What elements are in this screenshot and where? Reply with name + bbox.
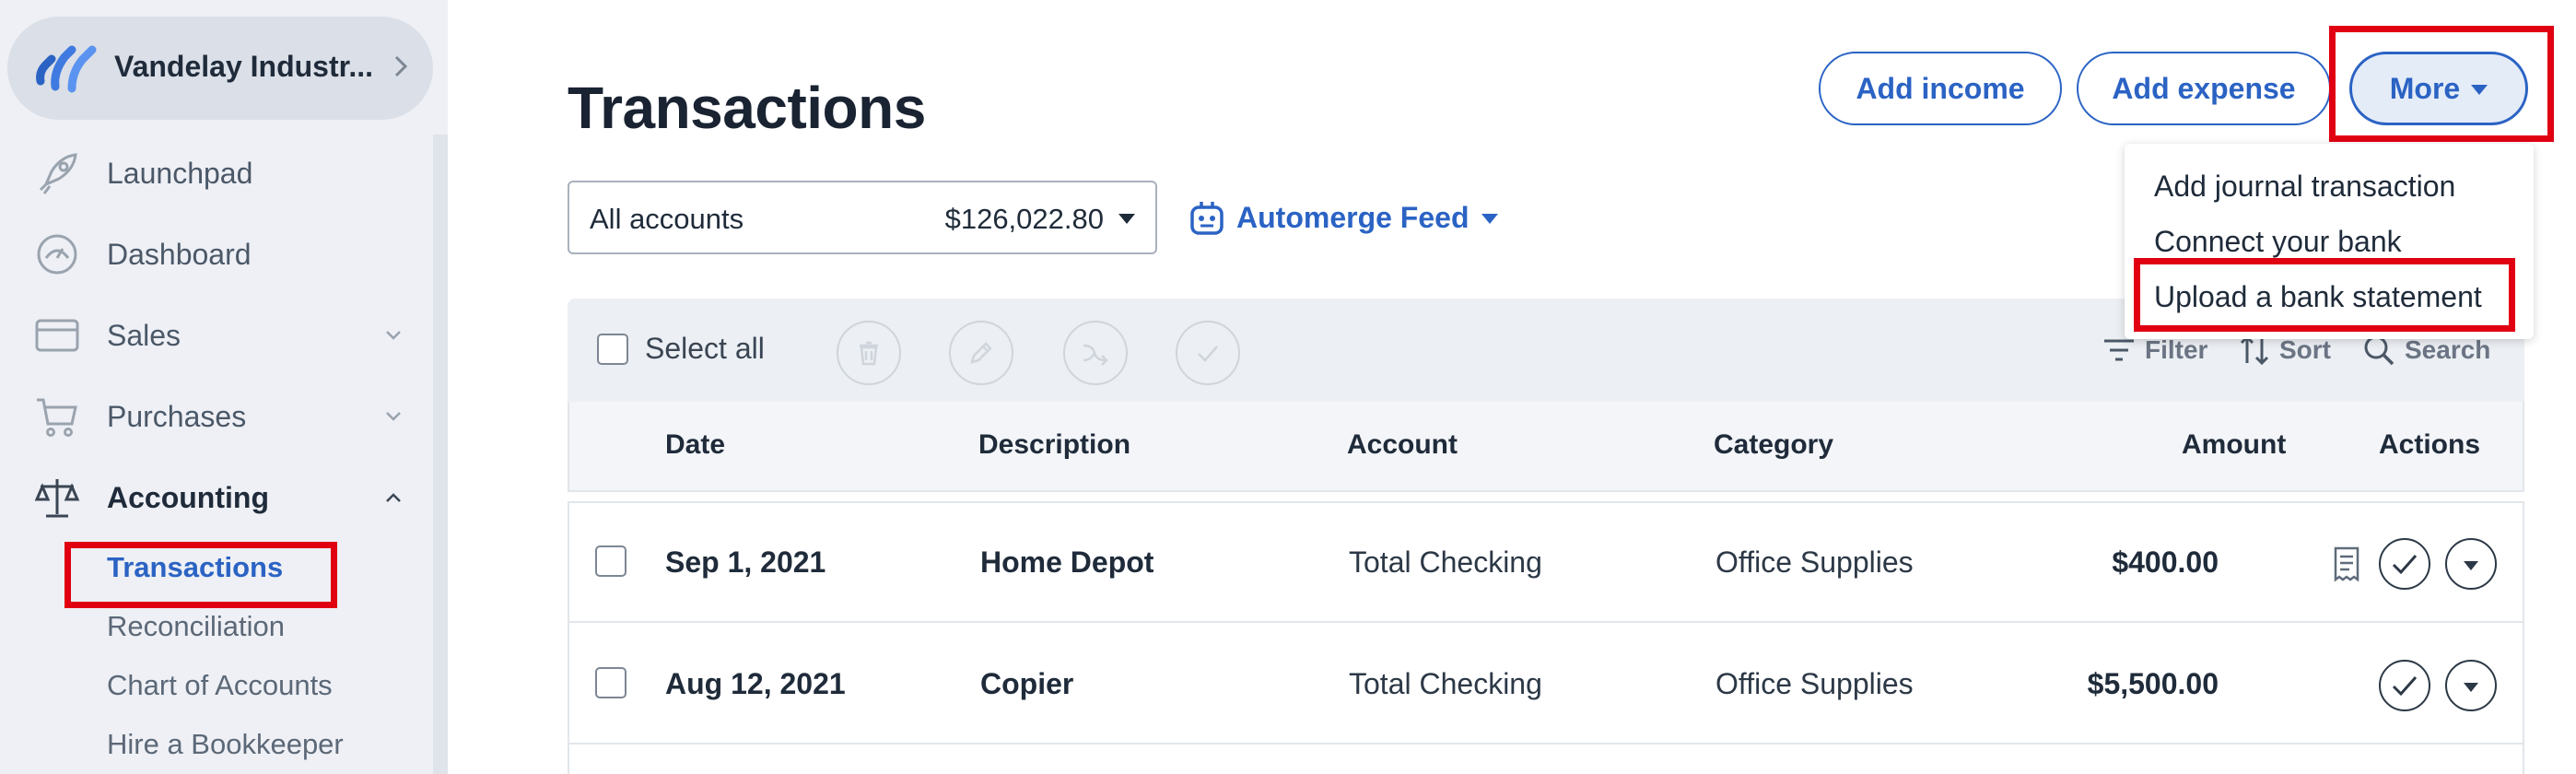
merge-icon	[1083, 344, 1108, 366]
wave-logo-icon	[36, 45, 97, 93]
business-switcher[interactable]: Vandelay Industr...	[7, 17, 433, 120]
row-account: Total Checking	[1349, 545, 1542, 579]
table-row[interactable]: Aug 12, 2021 Copier Total Checking Offic…	[569, 625, 2523, 745]
gauge-icon	[37, 234, 77, 275]
menu-item-add-journal-transaction[interactable]: Add journal transaction	[2154, 170, 2455, 204]
row-amount: $5,500.00	[2087, 667, 2219, 700]
select-all-checkbox[interactable]	[597, 334, 628, 365]
more-button-label: More	[2389, 71, 2461, 105]
caret-down-icon	[2464, 560, 2478, 570]
table-header: Date Description Account Category Amount…	[568, 402, 2524, 492]
select-all-label: Select all	[645, 332, 765, 365]
caret-down-icon	[2471, 84, 2488, 95]
add-expense-button[interactable]: Add expense	[2077, 52, 2331, 125]
sidebar-item-accounting[interactable]: Accounting	[0, 461, 433, 534]
account-select[interactable]: All accounts $126,022.80	[568, 181, 1157, 254]
chevron-down-icon	[386, 412, 401, 421]
sidebar-subitem-reconciliation[interactable]: Reconciliation	[107, 610, 285, 643]
row-description: Copier	[980, 667, 1074, 700]
row-description: Home Depot	[980, 545, 1154, 579]
menu-item-upload-bank-statement[interactable]: Upload a bank statement	[2154, 280, 2482, 314]
row-date: Aug 12, 2021	[665, 667, 846, 700]
chevron-down-icon	[386, 331, 401, 340]
account-name: All accounts	[590, 203, 744, 235]
business-name: Vandelay Industr...	[114, 50, 373, 83]
automerge-feed-dropdown[interactable]: Automerge Feed	[1188, 195, 1499, 240]
sidebar-item-label: Purchases	[107, 399, 247, 433]
account-balance: $126,022.80	[944, 203, 1104, 235]
caret-down-icon	[1118, 214, 1135, 224]
approve-row-button[interactable]	[2379, 538, 2430, 590]
sidebar-scrollbar[interactable]	[433, 135, 448, 774]
sidebar: Vandelay Industr... Launchpad Dashboard …	[0, 0, 448, 774]
pencil-icon	[970, 342, 992, 364]
row-amount: $400.00	[2112, 545, 2219, 579]
more-dropdown-menu: Add journal transaction Connect your ban…	[2125, 144, 2534, 339]
sort-label: Sort	[2279, 335, 2331, 364]
menu-item-connect-bank[interactable]: Connect your bank	[2154, 225, 2402, 259]
trash-icon	[860, 341, 878, 366]
checkmark-icon	[2392, 555, 2418, 575]
row-options-button[interactable]	[2445, 660, 2497, 711]
scale-icon	[34, 479, 80, 518]
sidebar-item-dashboard[interactable]: Dashboard	[0, 217, 433, 291]
edit-button[interactable]	[949, 321, 1013, 385]
column-header-actions: Actions	[2379, 429, 2481, 460]
merge-button[interactable]	[1063, 321, 1128, 385]
row-options-button[interactable]	[2445, 538, 2497, 590]
checkmark-icon	[1198, 346, 1218, 362]
robot-icon	[1190, 202, 1224, 235]
receipt-icon[interactable]	[2331, 545, 2362, 582]
delete-button[interactable]	[837, 321, 901, 385]
cart-icon	[37, 398, 77, 437]
sidebar-item-launchpad[interactable]: Launchpad	[0, 136, 433, 210]
filter-icon	[2104, 339, 2134, 361]
search-label: Search	[2405, 335, 2491, 364]
column-header-category[interactable]: Category	[1714, 429, 1833, 461]
column-header-amount[interactable]: Amount	[2182, 429, 2286, 461]
sidebar-item-purchases[interactable]: Purchases	[0, 380, 433, 453]
card-icon	[35, 319, 79, 352]
chevron-up-icon	[386, 493, 401, 502]
sidebar-item-label: Dashboard	[107, 237, 252, 271]
checkmark-icon	[2392, 676, 2418, 697]
row-checkbox[interactable]	[595, 667, 626, 698]
row-category: Office Supplies	[1715, 667, 1914, 700]
page-title: Transactions	[568, 75, 926, 141]
column-header-account[interactable]: Account	[1347, 429, 1458, 461]
row-category: Office Supplies	[1715, 545, 1914, 579]
sidebar-item-label: Sales	[107, 318, 181, 352]
sidebar-subitem-hire-bookkeeper[interactable]: Hire a Bookkeeper	[107, 728, 344, 761]
feed-label: Automerge Feed	[1236, 200, 1469, 234]
column-header-date[interactable]: Date	[665, 429, 725, 461]
table-row[interactable]: Sep 1, 2021 Home Depot Total Checking Of…	[569, 503, 2523, 623]
sidebar-item-label: Launchpad	[107, 156, 253, 190]
caret-down-icon	[2464, 682, 2478, 692]
sidebar-item-label: Accounting	[107, 480, 269, 514]
filter-label: Filter	[2145, 335, 2208, 364]
row-date: Sep 1, 2021	[665, 545, 826, 579]
table-body: Sep 1, 2021 Home Depot Total Checking Of…	[568, 501, 2524, 774]
rocket-icon	[39, 153, 77, 194]
sidebar-item-sales[interactable]: Sales	[0, 299, 433, 372]
row-checkbox[interactable]	[595, 545, 626, 577]
caret-down-icon	[1481, 213, 1499, 224]
more-button[interactable]: More	[2349, 52, 2528, 125]
row-account: Total Checking	[1349, 667, 1542, 700]
approve-button[interactable]	[1176, 321, 1240, 385]
add-income-button[interactable]: Add income	[1819, 52, 2062, 125]
approve-row-button[interactable]	[2379, 660, 2430, 711]
sidebar-subitem-chart-of-accounts[interactable]: Chart of Accounts	[107, 669, 333, 702]
column-header-description[interactable]: Description	[978, 429, 1130, 461]
chevron-right-icon	[394, 55, 408, 77]
sidebar-subitem-transactions[interactable]: Transactions	[107, 551, 283, 584]
